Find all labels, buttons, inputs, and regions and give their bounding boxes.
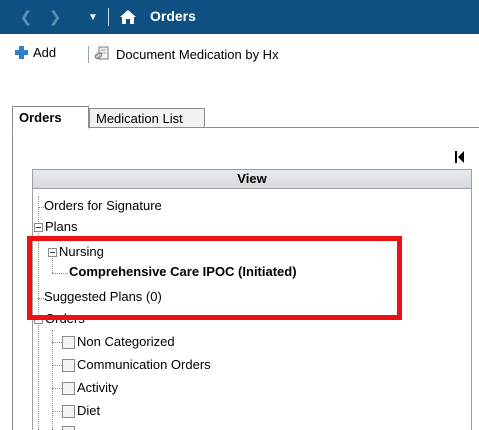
- collapse-nursing-icon[interactable]: [48, 248, 57, 257]
- tree-line: [52, 330, 53, 430]
- tree-item-non-categorized[interactable]: Non Categorized: [77, 332, 175, 352]
- view-tree-panel: View Orders for Signature Plans Nursing …: [32, 169, 472, 430]
- checkbox-communication-orders[interactable]: [62, 359, 75, 372]
- tree-item-suggested-plans[interactable]: Suggested Plans (0): [44, 287, 162, 307]
- titlebar-divider: [108, 8, 109, 26]
- title-bar: ❮ ❯ ▼ Orders: [0, 0, 479, 34]
- add-label: Add: [33, 45, 57, 60]
- forward-icon[interactable]: ❯: [46, 7, 64, 27]
- toolbar-divider: [88, 46, 89, 63]
- collapse-plans-icon[interactable]: [34, 223, 43, 232]
- dropdown-icon[interactable]: ▼: [84, 7, 102, 27]
- checkbox-next[interactable]: [62, 426, 75, 430]
- add-button[interactable]: Add: [14, 45, 56, 60]
- panel-border: [12, 127, 13, 430]
- toolbar: Add Document Medication by Hx: [0, 34, 479, 78]
- checkbox-diet[interactable]: [62, 405, 75, 418]
- tree-item-communication-orders[interactable]: Communication Orders: [77, 355, 211, 375]
- tree-item-diet[interactable]: Diet: [77, 401, 100, 421]
- home-icon[interactable]: [119, 9, 137, 25]
- tree-line: [52, 342, 62, 343]
- tree-item-activity[interactable]: Activity: [77, 378, 118, 398]
- tree-line: [52, 365, 62, 366]
- document-medication-label: Document Medication by Hx: [116, 46, 279, 62]
- tree-item-plans[interactable]: Plans: [45, 217, 78, 237]
- page-title: Orders: [150, 8, 196, 24]
- tab-orders[interactable]: Orders: [12, 106, 89, 129]
- tab-medication-list[interactable]: Medication List: [89, 108, 205, 128]
- document-medication-button[interactable]: Document Medication by Hx: [94, 45, 279, 63]
- plus-icon: [14, 45, 29, 60]
- tree-item-orders-for-signature[interactable]: Orders for Signature: [44, 196, 162, 216]
- back-icon[interactable]: ❮: [17, 7, 35, 27]
- tree-item-comprehensive-care-ipoc[interactable]: Comprehensive Care IPOC (Initiated): [69, 262, 297, 282]
- checkbox-non-categorized[interactable]: [62, 336, 75, 349]
- tree-item-nursing[interactable]: Nursing: [59, 242, 104, 262]
- tree-line: [52, 411, 62, 412]
- tree-item-orders[interactable]: Orders: [45, 309, 85, 329]
- medication-history-icon: [94, 46, 109, 60]
- tree-line: [52, 273, 68, 274]
- view-header: View: [33, 170, 471, 189]
- collapse-orders-icon[interactable]: [34, 315, 43, 324]
- collapse-panel-icon[interactable]: [455, 151, 465, 163]
- tree-line: [52, 388, 62, 389]
- checkbox-activity[interactable]: [62, 382, 75, 395]
